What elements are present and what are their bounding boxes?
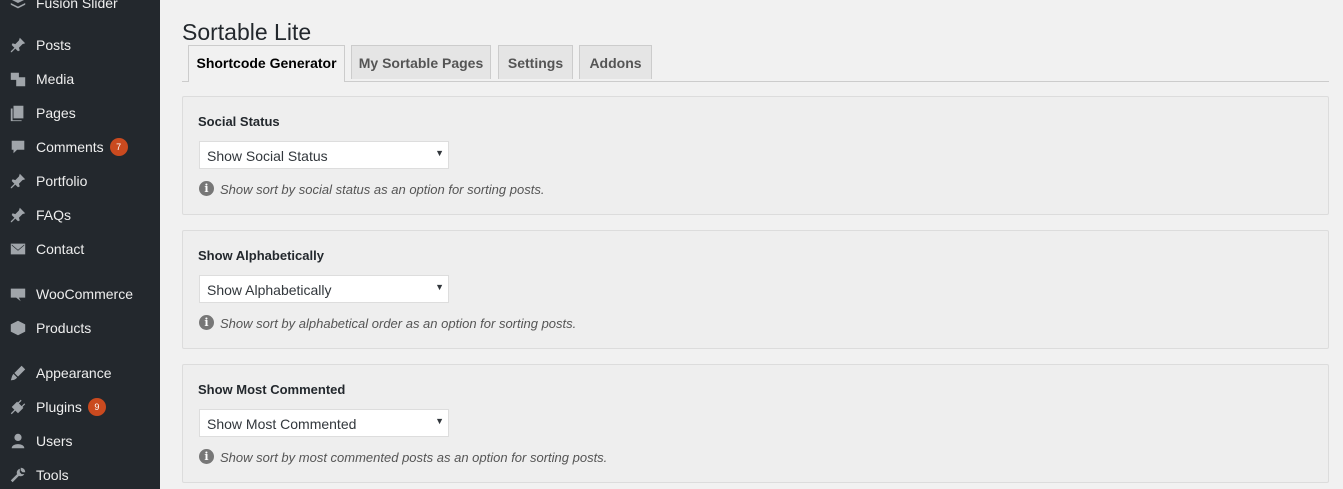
- field-description: Show sort by most commented posts as an …: [220, 450, 608, 465]
- tab-my-sortable-pages[interactable]: My Sortable Pages: [351, 45, 491, 79]
- social-status-panel: Social Status Show Social Status ▼ i Sho…: [182, 96, 1329, 215]
- sidebar-item-label: Contact: [36, 241, 85, 257]
- pin-icon: [8, 205, 28, 225]
- admin-sidebar: Fusion Slider Posts Media Pages Comments…: [0, 0, 160, 489]
- select-value: Show Social Status: [207, 148, 328, 164]
- sidebar-item-label: Users: [36, 433, 73, 449]
- sidebar-item-posts[interactable]: Posts: [0, 28, 160, 62]
- sidebar-item-label: WooCommerce: [36, 286, 133, 302]
- sidebar-item-faqs[interactable]: FAQs: [0, 198, 160, 232]
- sidebar-item-portfolio[interactable]: Portfolio: [0, 164, 160, 198]
- social-status-select[interactable]: Show Social Status ▼: [199, 141, 449, 169]
- sidebar-item-label: FAQs: [36, 207, 72, 223]
- tab-addons[interactable]: Addons: [579, 45, 652, 79]
- field-label: Show Alphabetically: [198, 248, 324, 263]
- sidebar-item-woocommerce[interactable]: WooCommerce: [0, 277, 160, 311]
- select-value: Show Most Commented: [207, 416, 357, 432]
- mail-icon: [8, 239, 28, 259]
- show-alphabetically-panel: Show Alphabetically Show Alphabetically …: [182, 230, 1329, 349]
- plugins-count-badge: 9: [87, 398, 106, 416]
- sidebar-item-users[interactable]: Users: [0, 424, 160, 458]
- sidebar-item-label: Media: [36, 71, 75, 87]
- plug-icon: [8, 397, 28, 417]
- pin-icon: [8, 171, 28, 191]
- field-description: Show sort by social status as an option …: [220, 182, 545, 197]
- page-title: Sortable Lite: [182, 19, 312, 46]
- sidebar-item-plugins[interactable]: Plugins 9: [0, 390, 160, 424]
- wrench-icon: [8, 465, 28, 485]
- brush-icon: [8, 363, 28, 383]
- field-description: Show sort by alphabetical order as an op…: [220, 316, 577, 331]
- sidebar-item-label: Appearance: [36, 365, 112, 381]
- show-alphabetically-select[interactable]: Show Alphabetically ▼: [199, 275, 449, 303]
- tab-settings[interactable]: Settings: [498, 45, 573, 79]
- sidebar-item-label: Portfolio: [36, 173, 88, 189]
- sidebar-item-label: Tools: [36, 467, 69, 483]
- select-value: Show Alphabetically: [207, 282, 332, 298]
- layers-icon: [8, 0, 28, 13]
- box-icon: [8, 318, 28, 338]
- comments-count-badge: 7: [109, 138, 128, 156]
- tab-shortcode-generator[interactable]: Shortcode Generator: [188, 45, 345, 82]
- sidebar-item-label: Fusion Slider: [36, 0, 118, 11]
- sidebar-item-label: Products: [36, 320, 92, 336]
- sidebar-item-comments[interactable]: Comments 7: [0, 130, 160, 164]
- field-label: Social Status: [198, 114, 280, 129]
- info-icon: i: [199, 315, 214, 330]
- user-icon: [8, 431, 28, 451]
- sidebar-item-label: Comments: [36, 139, 104, 155]
- info-icon: i: [199, 449, 214, 464]
- pin-icon: [8, 35, 28, 55]
- dropdown-arrow-icon: ▼: [435, 282, 444, 292]
- sidebar-item-label: Posts: [36, 37, 72, 53]
- sidebar-item-tools[interactable]: Tools: [0, 458, 160, 489]
- comment-icon: [8, 137, 28, 157]
- dropdown-arrow-icon: ▼: [435, 148, 444, 158]
- sidebar-item-label: Plugins: [36, 399, 82, 415]
- woo-icon: [8, 284, 28, 304]
- show-most-commented-select[interactable]: Show Most Commented ▼: [199, 409, 449, 437]
- pages-icon: [8, 103, 28, 123]
- sidebar-item-label: Pages: [36, 105, 76, 121]
- tab-bar: Shortcode Generator My Sortable Pages Se…: [182, 44, 1329, 82]
- sidebar-item-products[interactable]: Products: [0, 311, 160, 345]
- info-icon: i: [199, 181, 214, 196]
- sidebar-item-media[interactable]: Media: [0, 62, 160, 96]
- dropdown-arrow-icon: ▼: [435, 416, 444, 426]
- sidebar-item-contact[interactable]: Contact: [0, 232, 160, 266]
- sidebar-item-fusion-slider[interactable]: Fusion Slider: [0, 0, 160, 20]
- sidebar-item-pages[interactable]: Pages: [0, 96, 160, 130]
- field-label: Show Most Commented: [198, 382, 346, 397]
- show-most-commented-panel: Show Most Commented Show Most Commented …: [182, 364, 1329, 483]
- media-icon: [8, 69, 28, 89]
- sidebar-item-appearance[interactable]: Appearance: [0, 356, 160, 390]
